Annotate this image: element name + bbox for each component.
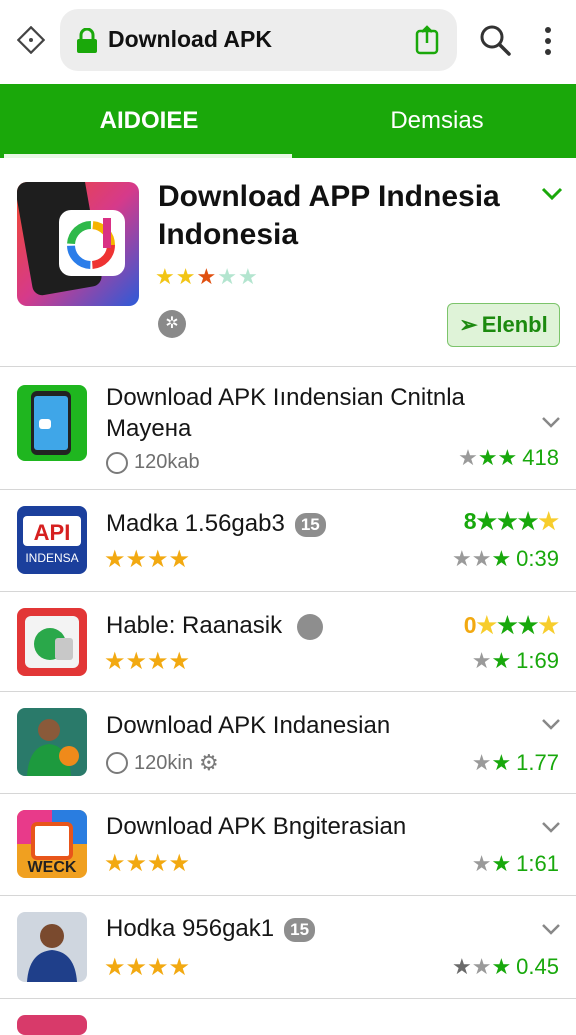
rating-value: 1.77 xyxy=(516,750,559,775)
search-icon[interactable] xyxy=(478,23,512,57)
app-title-wrap: Madka 1.56gab3 15 xyxy=(106,509,326,539)
app-title: Hodka 956gak1 xyxy=(106,915,275,942)
rating-stars: ★★★★ xyxy=(104,546,191,573)
app-rating: ★★★ 0.45 xyxy=(452,954,559,980)
list-item-partial[interactable] xyxy=(0,999,576,1035)
rating-stars: ★★★ xyxy=(458,445,518,470)
app-icon xyxy=(17,1015,87,1035)
rating-stars: ★★★★ xyxy=(104,648,191,675)
rating-value: 1:69 xyxy=(516,648,559,673)
list-item[interactable]: Hable: Raanasik ★★★★ 0 ★ ★ ★ ★ ★★ 1:69 xyxy=(0,592,576,692)
app-meta: 120kin ⚙ xyxy=(106,750,219,776)
app-title: Download APK Iındensian Cnitnla xyxy=(106,384,465,411)
app-title: Madka 1.56gab3 xyxy=(106,510,285,537)
app-title: Download APK Bngiterasian xyxy=(106,813,407,840)
app-rating: ★★ 1:69 xyxy=(472,648,559,674)
app-rating: ★★ 1:61 xyxy=(472,851,559,877)
chevron-down-icon[interactable] xyxy=(540,415,562,429)
list-item[interactable]: Download APK Indanesian 120kin ⚙ ★★ 1.77 xyxy=(0,692,576,794)
rating-stars: ★★★★ xyxy=(104,850,191,877)
app-title-wrap: Hable: Raanasik xyxy=(106,611,323,641)
list-item[interactable]: Download APK Iındensian Cnitnla Mayeнa 1… xyxy=(0,367,576,490)
arrow-right-icon: ➢ xyxy=(459,312,478,337)
flag-badge-icon xyxy=(296,613,323,640)
rating-value: 1:61 xyxy=(516,851,559,876)
weck-icon-text: WECK xyxy=(28,859,77,876)
lock-icon xyxy=(77,28,97,53)
list-item[interactable]: WECK Download APK Bngiterasian ★★★★ ★★ 1… xyxy=(0,794,576,896)
download-count: 120kin xyxy=(134,751,193,774)
active-tab-indicator xyxy=(4,154,292,158)
download-count: 120kab xyxy=(134,451,200,473)
score-stars: 0 ★ ★ ★ ★ xyxy=(463,612,559,638)
score-stars: 8 ★ ★ ★ ★ xyxy=(463,508,559,534)
app-icon xyxy=(17,708,87,776)
score-value: 0 xyxy=(463,612,477,638)
rating-value: 0.45 xyxy=(516,954,559,979)
featured-rating-stars: ★★★★★ xyxy=(155,264,259,289)
tab-bar: AIDOIEE Demsias xyxy=(0,84,576,158)
browser-toolbar: Download APK xyxy=(0,0,576,84)
more-options-icon[interactable] xyxy=(538,24,558,58)
rating-stars: ★★★★ xyxy=(104,954,191,981)
download-count-icon xyxy=(106,451,128,474)
rating-stars: ★★★ xyxy=(451,954,512,979)
list-item[interactable]: Hodka 956gak1 15 ★★★★ ★★★ 0.45 xyxy=(0,896,576,999)
version-badge: 15 xyxy=(284,917,316,942)
featured-app-icon xyxy=(17,182,139,306)
featured-badge: ✲ xyxy=(158,310,186,338)
tab-demsias[interactable]: Demsias xyxy=(298,84,576,158)
rating-stars: ★★ xyxy=(471,750,512,775)
featured-app-card[interactable]: Download APP Indnesia Indonesia ★★★★★ ✲ … xyxy=(0,160,576,367)
tab-aidoiee[interactable]: AIDOIEE xyxy=(0,84,298,158)
app-icon xyxy=(17,385,87,461)
app-title-wrap: Hodka 956gak1 15 xyxy=(106,914,316,944)
app-icon xyxy=(17,912,87,982)
app-rating: ★★ 1.77 xyxy=(472,750,559,776)
chevron-down-icon[interactable] xyxy=(540,717,562,731)
rating-value: 0:39 xyxy=(516,546,559,571)
featured-app-title: Download APP Indnesia Indonesia xyxy=(158,180,500,251)
app-meta: 120kab xyxy=(106,451,200,474)
api-icon-subtext: INDENSA xyxy=(25,551,78,565)
rating-value: 418 xyxy=(522,445,559,470)
rating-stars: ★★ xyxy=(471,851,512,876)
app-rating: ★★★ 418 xyxy=(458,445,559,471)
app-title-line2: Mayeнa xyxy=(106,415,192,442)
address-text: Download APK xyxy=(108,26,272,52)
featured-action-button[interactable]: ➢ Elenbl xyxy=(447,303,560,347)
app-icon: WECK xyxy=(17,810,87,878)
app-rating: ★★★ 0:39 xyxy=(452,546,559,572)
version-badge: 15 xyxy=(294,512,326,537)
list-item[interactable]: API INDENSA Madka 1.56gab3 15 ★★★★ 8 ★ ★ ★ ★ … xyxy=(0,490,576,592)
app-icon: API INDENSA xyxy=(17,506,87,574)
app-title: Hable: Raanasik xyxy=(106,612,283,639)
gear-icon: ⚙ xyxy=(198,750,219,775)
chevron-down-icon[interactable] xyxy=(540,186,564,202)
rating-stars: ★★★ xyxy=(451,546,512,571)
site-info-icon[interactable] xyxy=(17,26,45,54)
download-count-icon xyxy=(106,752,128,774)
score-value: 8 xyxy=(463,508,477,534)
app-icon xyxy=(17,608,87,676)
featured-action-label: Elenbl xyxy=(481,312,548,337)
api-icon-text: API xyxy=(34,520,71,545)
share-icon[interactable] xyxy=(414,25,440,55)
chevron-down-icon[interactable] xyxy=(540,922,562,936)
rating-stars: ★★ xyxy=(471,648,512,673)
chevron-down-icon[interactable] xyxy=(540,820,562,834)
app-title: Download APK Indanesian xyxy=(106,712,391,739)
